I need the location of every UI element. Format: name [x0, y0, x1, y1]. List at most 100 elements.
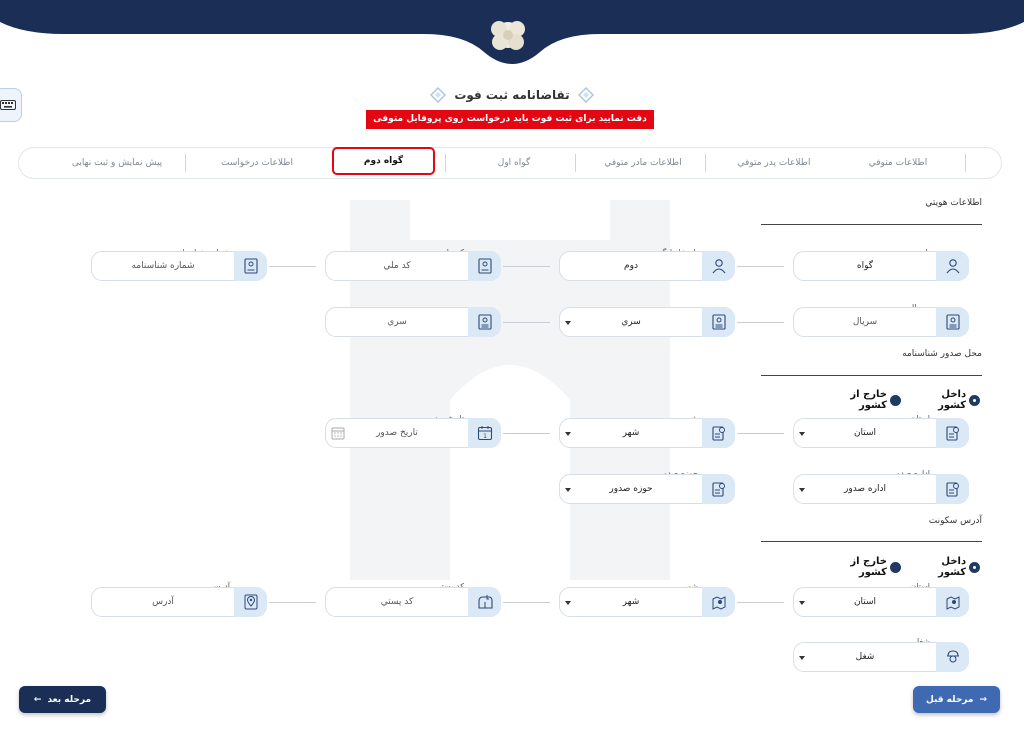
chevron-down-icon [799, 432, 805, 436]
location-doc-icon-box [936, 418, 969, 448]
section-title-issue-place: محل صدور شناسنامه [902, 349, 982, 359]
map-pin-icon [712, 596, 725, 610]
step-separator [705, 154, 706, 172]
connector-line [503, 433, 550, 434]
birth-cert-number-field[interactable]: شماره شناسنامه [91, 251, 267, 281]
id-card-icon-box [468, 251, 501, 281]
radio-outside-label: خارج از کشور [850, 556, 887, 578]
section-divider [761, 375, 982, 376]
series-select[interactable]: سري [559, 307, 735, 337]
radio-inside-label: داخل کشور [938, 389, 967, 411]
decor-right-icon [430, 87, 447, 103]
national-code-value: کد ملي [383, 261, 411, 271]
radio-outside-country[interactable]: خارج از کشور [820, 389, 901, 411]
last-name-field[interactable]: دوم [559, 251, 735, 281]
user-icon-box [702, 251, 735, 281]
step-father-info[interactable]: اطلاعات پدر متوفي [719, 148, 829, 178]
id-card-icon-box [234, 251, 267, 281]
calendar-icon-box: 1 [468, 418, 501, 448]
first-name-field[interactable]: گواه [793, 251, 969, 281]
map-icon-box [936, 587, 969, 617]
radio-inside-country[interactable]: داخل کشور [911, 389, 980, 411]
location-icon-box [234, 587, 267, 617]
first-name-value: گواه [856, 261, 874, 271]
issue-city-select[interactable]: شهر [559, 418, 735, 448]
map-icon-box [702, 587, 735, 617]
issue-province-select[interactable]: استان [793, 418, 969, 448]
location-doc-icon [711, 482, 725, 497]
birth-cert-number-value: شماره شناسنامه [131, 261, 195, 271]
postal-code-field[interactable]: کد پستي [325, 587, 501, 617]
id-badge-icon-box [702, 307, 735, 337]
map-pin-icon [946, 596, 959, 610]
step-first-witness[interactable]: گواه اول [459, 148, 569, 178]
connector-line [269, 602, 316, 603]
connector-line [737, 602, 784, 603]
id-badge-icon [711, 314, 726, 330]
keyboard-button[interactable] [0, 88, 22, 122]
issue-zone-value: حوزه صدور [609, 484, 653, 494]
chevron-down-icon [799, 601, 805, 605]
section-title-identity: اطلاعات هويتي [925, 198, 982, 208]
section-divider [761, 224, 982, 225]
radio-outside-country[interactable]: خارج از کشور [820, 556, 901, 578]
decor-left-icon [577, 87, 594, 103]
calendar-icon: 1 [477, 426, 492, 441]
issue-date-value: تاريخ صدور [376, 428, 418, 438]
issue-location-radio-group: داخل کشور خارج از کشور [820, 389, 980, 411]
location-doc-icon [945, 482, 959, 497]
step-separator [965, 154, 966, 172]
user-icon [712, 259, 725, 274]
wizard-steps: اطلاعات متوفي اطلاعات پدر متوفي اطلاعات … [18, 147, 1002, 179]
next-step-label: مرحله بعد [47, 694, 92, 705]
serial-field[interactable]: سريال [793, 307, 969, 337]
issue-office-select[interactable]: اداره صدور [793, 474, 969, 504]
connector-line [737, 433, 784, 434]
user-icon [946, 259, 959, 274]
job-value: شغل [855, 652, 875, 662]
page-title-bar: تقاضانامه ثبت فوت [400, 84, 624, 106]
address-field[interactable]: آدرس [91, 587, 267, 617]
issue-zone-select[interactable]: حوزه صدور [559, 474, 735, 504]
step-mother-info[interactable]: اطلاعات مادر متوفي [587, 148, 699, 178]
step-deceased-info[interactable]: اطلاعات متوفي [839, 148, 957, 178]
residence-location-radio-group: داخل کشور خارج از کشور [820, 556, 980, 578]
step-separator [445, 154, 446, 172]
chevron-down-icon [799, 488, 805, 492]
next-step-button[interactable]: ← مرحله بعد [19, 686, 106, 713]
id-badge-icon [945, 314, 960, 330]
warning-banner: دقت نمایید برای ثبت فوت باید درخواست روی… [366, 110, 654, 143]
step-second-witness[interactable]: گواه دوم [332, 147, 435, 175]
radio-inside-label: داخل کشور [938, 556, 967, 578]
series-field[interactable]: سري [325, 307, 501, 337]
national-code-field[interactable]: کد ملي [325, 251, 501, 281]
chevron-down-icon [799, 656, 805, 660]
last-name-value: دوم [624, 261, 638, 271]
issue-city-value: شهر [622, 428, 640, 438]
radio-inside-country[interactable]: داخل کشور [911, 556, 980, 578]
location-doc-icon-box [702, 418, 735, 448]
step-separator [185, 154, 186, 172]
step-request-info[interactable]: اطلاعات درخواست [197, 148, 317, 178]
radio-icon [889, 561, 901, 573]
section-title-residence: آدرس سکونت [928, 516, 982, 526]
issue-province-value: استان [853, 428, 877, 438]
step-preview-submit[interactable]: پیش نمایش و ثبت نهایی [55, 148, 179, 178]
location-doc-icon [945, 426, 959, 441]
radio-selected-icon [969, 561, 980, 573]
previous-step-button[interactable]: مرحله قبل → [913, 686, 1000, 713]
res-city-select[interactable]: شهر [559, 587, 735, 617]
chevron-down-icon [565, 321, 571, 325]
res-province-value: استان [853, 597, 877, 607]
id-card-icon [243, 258, 258, 274]
calendar-picker-icon[interactable] [331, 426, 345, 440]
location-doc-icon [711, 426, 725, 441]
job-select[interactable]: شغل [793, 642, 969, 672]
res-province-select[interactable]: استان [793, 587, 969, 617]
worker-icon [946, 650, 959, 663]
serial-value: سريال [852, 317, 878, 327]
radio-icon [889, 394, 901, 406]
issue-date-field[interactable]: تاريخ صدور 1 [325, 418, 501, 448]
address-value: آدرس [152, 597, 174, 607]
chevron-down-icon [565, 601, 571, 605]
